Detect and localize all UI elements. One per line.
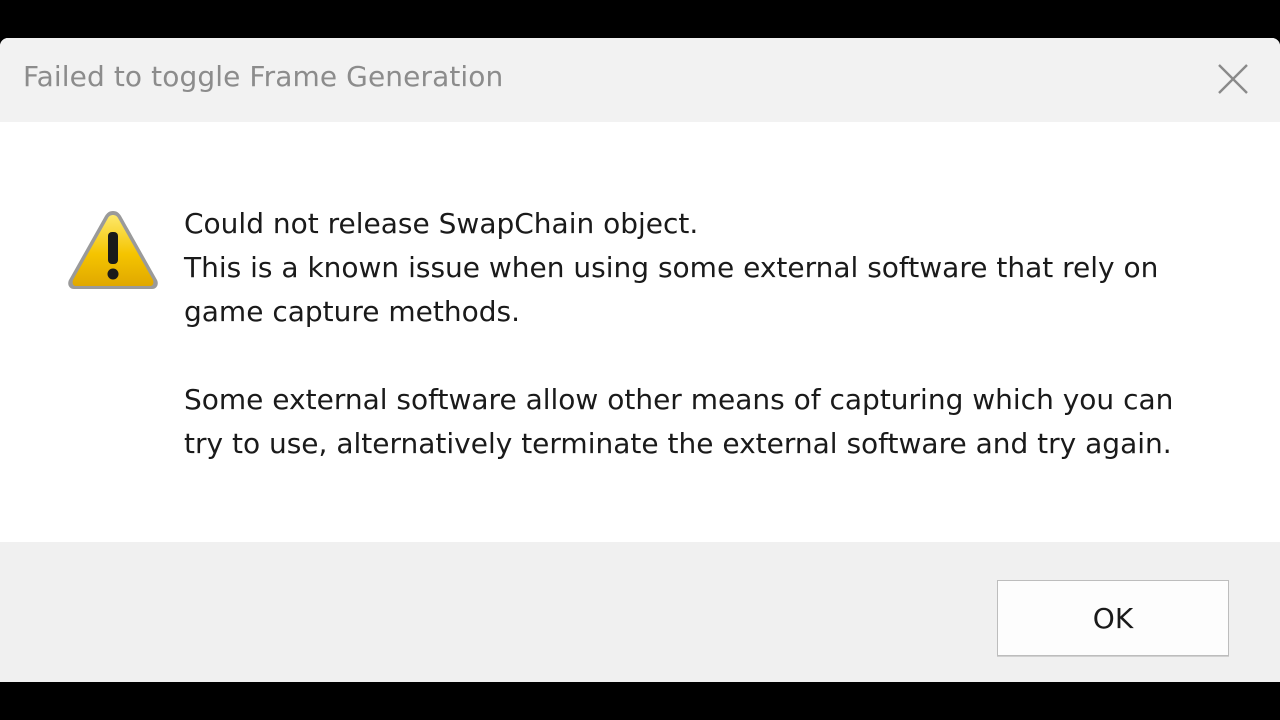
message-line: try to use, alternatively terminate the …: [184, 427, 1172, 460]
dialog-footer: OK: [0, 542, 1280, 682]
dialog-content: Could not release SwapChain object. This…: [0, 122, 1280, 542]
message-text: Could not release SwapChain object. This…: [184, 202, 1244, 466]
title-bar: Failed to toggle Frame Generation: [0, 38, 1280, 122]
message-line: This is a known issue when using some ex…: [184, 251, 1159, 284]
close-button[interactable]: [1196, 42, 1270, 116]
message-line: Some external software allow other means…: [184, 383, 1174, 416]
letterbox-top: [0, 0, 1280, 38]
message-line: game capture methods.: [184, 295, 521, 328]
warning-icon: [68, 211, 158, 289]
close-icon: [1218, 64, 1248, 94]
letterbox-bottom: [0, 682, 1280, 720]
dialog-title: Failed to toggle Frame Generation: [23, 60, 504, 93]
message-line: Could not release SwapChain object.: [184, 207, 699, 240]
ok-button[interactable]: OK: [997, 580, 1229, 656]
error-dialog: Failed to toggle Frame Generation Could …: [0, 38, 1280, 682]
